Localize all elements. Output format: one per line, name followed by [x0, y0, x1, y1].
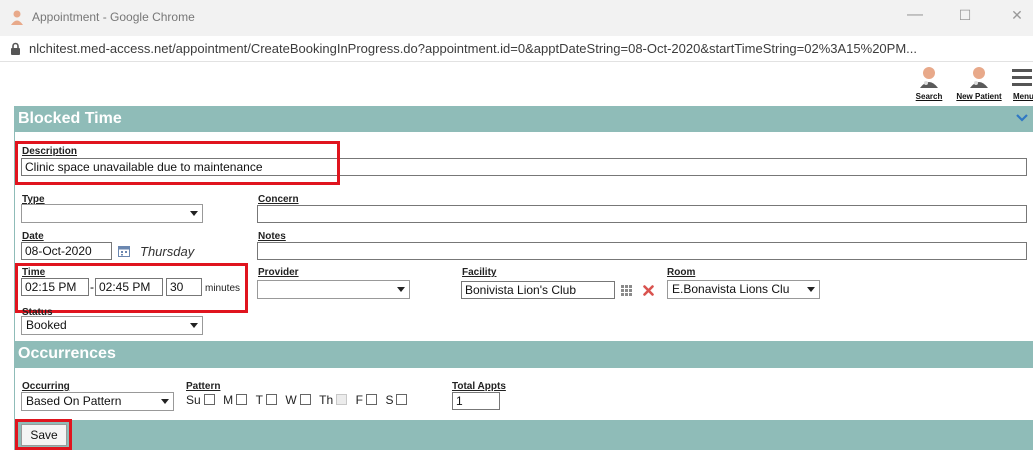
occurring-select[interactable]: Based On Pattern	[21, 392, 174, 411]
pattern-checkbox-su[interactable]	[203, 394, 215, 406]
status-select[interactable]: Booked	[21, 316, 203, 335]
concern-label: Concern	[258, 194, 299, 205]
search-patient-icon	[920, 67, 938, 88]
lock-icon	[11, 42, 20, 55]
pattern-day-label: W	[285, 392, 297, 407]
occurrences-title: Occurrences	[18, 345, 116, 362]
room-select[interactable]: E.Bonavista Lions Clu	[667, 280, 820, 299]
occurring-value: Based On Pattern	[26, 394, 122, 408]
chevron-down-icon	[190, 323, 198, 328]
type-select[interactable]	[21, 204, 203, 223]
url-text[interactable]: nlchitest.med-access.net/appointment/Cre…	[29, 41, 917, 56]
window-titlebar: Appointment - Google Chrome — ☐ ✕	[0, 0, 1033, 36]
hamburger-menu-icon	[1012, 69, 1032, 86]
pattern-day-label: Th	[319, 392, 334, 407]
room-label: Room	[667, 267, 696, 278]
delete-icon[interactable]	[643, 285, 654, 296]
facility-input[interactable]: Bonivista Lion's Club	[461, 281, 615, 299]
menu-button[interactable]: Menu	[1009, 66, 1033, 102]
status-value: Booked	[26, 318, 67, 332]
facility-label: Facility	[462, 267, 497, 278]
pattern-checkbox-m[interactable]	[236, 394, 248, 406]
pattern-checkbox-f[interactable]	[365, 394, 377, 406]
pattern-checkbox-t[interactable]	[265, 394, 277, 406]
app-icon	[11, 10, 23, 25]
blocked-time-header[interactable]: Blocked Time	[14, 106, 1033, 132]
pattern-day-label: Su	[186, 392, 201, 407]
day-of-week: Thursday	[140, 244, 195, 259]
date-label: Date	[22, 231, 44, 242]
pattern-day-label: S	[385, 392, 394, 407]
concern-input[interactable]	[257, 205, 1027, 223]
chevron-down-icon	[397, 287, 405, 292]
address-bar[interactable]: nlchitest.med-access.net/appointment/Cre…	[0, 36, 1033, 62]
chevron-down-icon	[190, 211, 198, 216]
window-title: Appointment - Google Chrome	[32, 10, 195, 24]
search-button[interactable]: Search	[907, 66, 951, 102]
total-appts-label: Total Appts	[452, 381, 506, 392]
calendar-icon[interactable]	[118, 245, 130, 257]
search-label: Search	[915, 92, 943, 101]
chevron-down-icon	[807, 287, 815, 292]
blocked-time-title: Blocked Time	[18, 110, 122, 127]
time-highlight	[15, 263, 248, 313]
occurrences-header: Occurrences	[14, 341, 1033, 368]
save-highlight	[15, 419, 72, 450]
facility-lookup-icon[interactable]	[620, 284, 634, 297]
pattern-day-label: F	[355, 392, 363, 407]
new-patient-label: New Patient	[956, 92, 1002, 101]
description-highlight	[15, 141, 340, 185]
close-window-button[interactable]: ✕	[1002, 7, 1032, 24]
chevron-down-icon	[161, 399, 169, 404]
pattern-checkbox-th[interactable]	[336, 394, 348, 406]
total-appts-input[interactable]: 1	[452, 392, 500, 410]
minimize-button[interactable]: —	[900, 6, 930, 24]
chevron-down-icon[interactable]	[1016, 114, 1028, 123]
maximize-button[interactable]: ☐	[950, 7, 980, 24]
new-patient-button[interactable]: New Patient	[951, 66, 1007, 102]
occurring-label: Occurring	[22, 381, 70, 392]
pattern-checkbox-s[interactable]	[396, 394, 408, 406]
footer-bar	[14, 420, 1033, 450]
provider-select[interactable]	[257, 280, 410, 299]
pattern-day-label: M	[223, 392, 234, 407]
menu-label: Menu	[1013, 92, 1033, 101]
pattern-day-label: T	[255, 392, 263, 407]
notes-label: Notes	[258, 231, 286, 242]
room-value: E.Bonavista Lions Clu	[672, 282, 790, 296]
pattern-checkbox-w[interactable]	[299, 394, 311, 406]
notes-input[interactable]	[257, 242, 1027, 260]
provider-label: Provider	[258, 267, 299, 278]
new-patient-icon	[970, 67, 988, 88]
date-input[interactable]: 08-Oct-2020	[21, 242, 112, 260]
pattern-days: Su M T W Th F S	[186, 391, 411, 409]
